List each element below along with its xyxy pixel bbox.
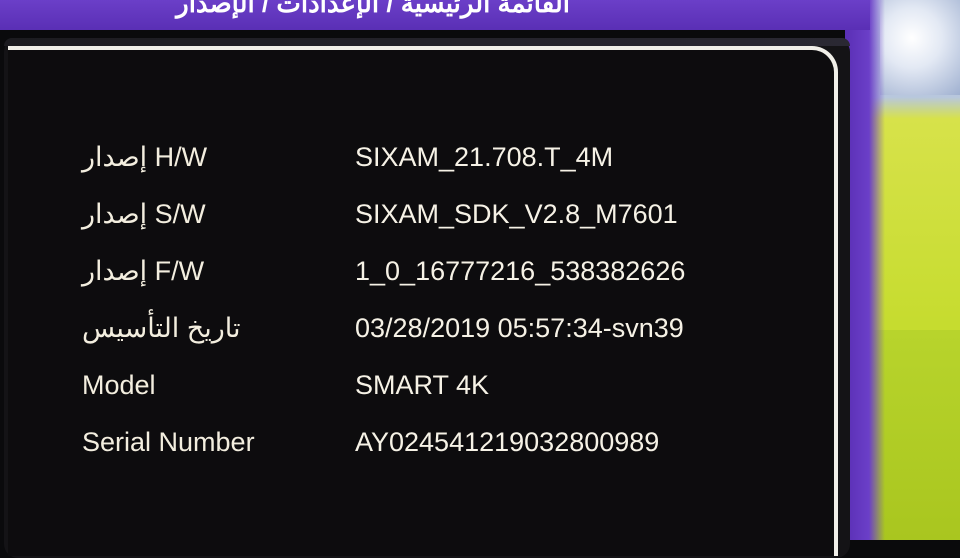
- hw-version-value: SIXAM_21.708.T_4M: [355, 142, 614, 172]
- build-date-value: 03/28/2019 05:57:34-svn39: [355, 313, 684, 343]
- info-row-sw-version: إصدار S/W SIXAM_SDK_V2.8_M7601: [0, 197, 830, 247]
- info-row-fw-version: إصدار F/W 1_0_16777216_538382626: [0, 254, 830, 304]
- sw-version-label: إصدار S/W: [82, 199, 206, 229]
- serial-number-value: AY024541219032800989: [355, 427, 660, 457]
- info-row-model: Model SMART 4K: [0, 368, 830, 418]
- model-value: SMART 4K: [355, 370, 490, 400]
- model-label: Model: [82, 370, 156, 400]
- serial-number-label: Serial Number: [82, 427, 255, 457]
- build-date-label: تاريخ التأسيس: [82, 313, 241, 343]
- info-row-build-date: تاريخ التأسيس 03/28/2019 05:57:34-svn39: [0, 311, 830, 361]
- version-info-list: إصدار H/W SIXAM_21.708.T_4M إصدار S/W SI…: [0, 0, 960, 540]
- fw-version-value: 1_0_16777216_538382626: [355, 256, 686, 286]
- sw-version-value: SIXAM_SDK_V2.8_M7601: [355, 199, 678, 229]
- hw-version-label: إصدار H/W: [82, 142, 208, 172]
- info-row-serial-number: Serial Number AY024541219032800989: [0, 425, 830, 475]
- fw-version-label: إصدار F/W: [82, 256, 205, 286]
- info-row-hw-version: إصدار H/W SIXAM_21.708.T_4M: [0, 140, 830, 190]
